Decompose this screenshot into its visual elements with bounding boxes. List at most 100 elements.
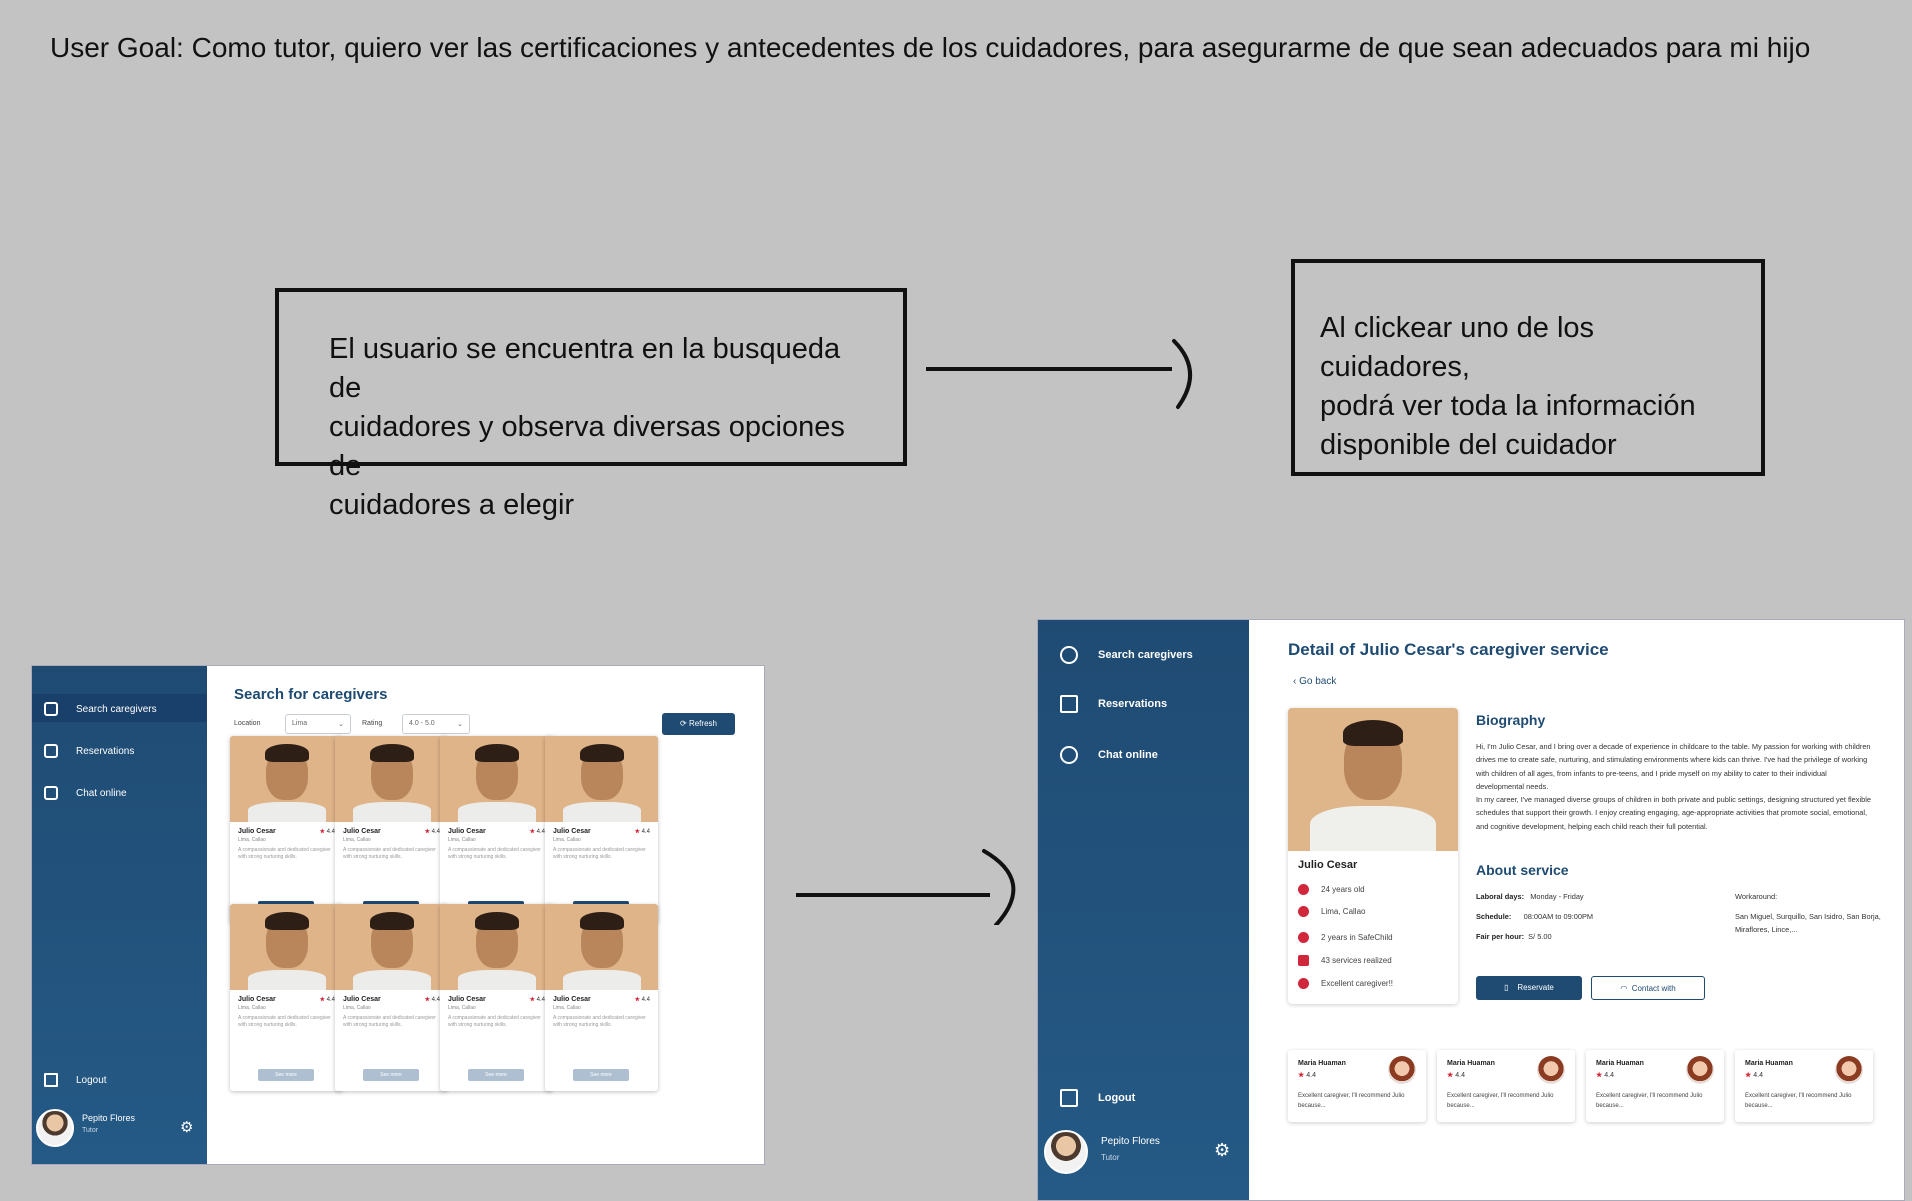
caregiver-location: Lima, Callao: [238, 1005, 266, 1011]
see-more-button[interactable]: See more: [258, 1069, 314, 1081]
sidebar-item-reservations[interactable]: Reservations: [44, 744, 134, 758]
caregiver-card[interactable]: Julio Cesar ★ 4.4 Lima, Callao A compassion…: [335, 904, 448, 1091]
caregiver-description: A compassionate and dedicated caregiver …: [238, 847, 331, 860]
see-more-button[interactable]: See more: [573, 1069, 629, 1081]
sidebar-item-chat-online[interactable]: Chat online: [44, 786, 127, 800]
star-icon: ★: [1596, 1072, 1603, 1079]
clock-icon: [1298, 932, 1309, 943]
caregiver-description: A compassionate and dedicated caregiver …: [238, 1015, 331, 1028]
star-icon: ★: [529, 997, 535, 1003]
smile-icon: [1298, 978, 1309, 989]
sidebar: Search caregivers Reservations Chat onli…: [32, 666, 207, 1164]
review-text: Excellent caregiver, I'll recommend Juli…: [1596, 1093, 1703, 1109]
caregiver-location: Lima, Callao: [343, 1005, 371, 1011]
sidebar-item-label: Reservations: [76, 745, 135, 757]
person-icon: [1298, 884, 1309, 895]
filter-label: Rating: [362, 720, 383, 727]
star-icon: ★: [319, 997, 325, 1003]
caregiver-photo: [230, 736, 343, 822]
caregiver-rating: ★ 4.4: [634, 829, 650, 835]
caregiver-name: Julio Cesar: [238, 996, 276, 1003]
schedule: Schedule: 08:00AM to 09:00PM: [1476, 912, 1594, 921]
review-card[interactable]: Maria Huaman ★ 4.4 Excellent caregiver, I'…: [1586, 1050, 1724, 1122]
caregiver-rating: ★ 4.4: [424, 997, 440, 1003]
star-icon: ★: [319, 829, 325, 835]
caregiver-description: A compassionate and dedicated caregiver …: [343, 1015, 436, 1028]
about-service-heading: About service: [1476, 862, 1569, 878]
gear-icon[interactable]: ⚙: [180, 1118, 193, 1136]
sidebar-item-label: Chat online: [1098, 749, 1158, 761]
reservate-button[interactable]: ▯ Reservate: [1476, 976, 1582, 1000]
sidebar-item-search-caregivers[interactable]: Search caregivers: [1060, 646, 1193, 664]
briefcase-icon: [1298, 955, 1309, 966]
detail-main: Detail of Julio Cesar's caregiver servic…: [1249, 620, 1904, 1200]
caregiver-card[interactable]: Julio Cesar ★ 4.4 Lima, Callao A compassion…: [440, 736, 553, 923]
review-card[interactable]: Maria Huaman ★ 4.4 Excellent caregiver, I'…: [1437, 1050, 1575, 1122]
caregiver-card[interactable]: Julio Cesar ★ 4.4 Lima, Callao A compassion…: [545, 904, 658, 1091]
caregiver-rating: ★ 4.4: [319, 997, 335, 1003]
headset-icon: ◠: [1620, 984, 1628, 993]
headset-icon: [1060, 746, 1078, 764]
go-back-link[interactable]: ‹ Go back: [1293, 676, 1336, 687]
notebook-icon: [1060, 695, 1078, 713]
sidebar: Search caregivers Reservations Chat onli…: [1038, 620, 1249, 1200]
search-icon: [1060, 646, 1078, 664]
caregiver-card[interactable]: Julio Cesar ★ 4.4 Lima, Callao A compassion…: [230, 736, 343, 923]
location-select[interactable]: Lima ⌄: [285, 714, 351, 734]
flow-arrow-top: [926, 339, 1193, 409]
caregiver-card[interactable]: Julio Cesar ★ 4.4 Lima, Callao A compassion…: [335, 736, 448, 923]
see-more-button[interactable]: See more: [363, 1069, 419, 1081]
caregiver-description: A compassionate and dedicated caregiver …: [553, 1015, 646, 1028]
caregiver-name: Julio Cesar: [1298, 859, 1358, 871]
reviewer-avatar: [1537, 1056, 1565, 1084]
detail-services: 43 services realized: [1298, 955, 1392, 966]
caregiver-rating: ★ 4.4: [529, 829, 545, 835]
reviewer-name: Maria Huaman: [1596, 1060, 1644, 1067]
sidebar-item-chat-online[interactable]: Chat online: [1060, 746, 1158, 764]
reviewer-name: Maria Huaman: [1745, 1060, 1793, 1067]
reviewer-avatar: [1686, 1056, 1714, 1084]
caregiver-name: Julio Cesar: [448, 828, 486, 835]
logout-button[interactable]: Logout: [44, 1073, 107, 1087]
sidebar-item-label: Chat online: [76, 787, 127, 799]
detail-review: Excellent caregiver!!: [1298, 978, 1393, 989]
caregiver-photo: [335, 736, 448, 822]
logout-button[interactable]: Logout: [1060, 1089, 1135, 1107]
caregiver-name: Julio Cesar: [343, 828, 381, 835]
search-main: Search for caregivers Location Lima ⌄ Ra…: [207, 666, 764, 1164]
detail-experience: 2 years in SafeChild: [1298, 932, 1393, 943]
star-icon: ★: [424, 997, 430, 1003]
caregiver-card[interactable]: Julio Cesar ★ 4.4 Lima, Callao A compassion…: [440, 904, 553, 1091]
caregiver-card[interactable]: Julio Cesar ★ 4.4 Lima, Callao A compassion…: [230, 904, 343, 1091]
see-more-button[interactable]: See more: [468, 1069, 524, 1081]
caregiver-rating: ★ 4.4: [529, 997, 545, 1003]
caregiver-photo: [335, 904, 448, 990]
sidebar-item-label: Reservations: [1098, 698, 1168, 710]
avatar: [1044, 1130, 1088, 1174]
caregiver-rating: ★ 4.4: [634, 997, 650, 1003]
logout-icon: [44, 1073, 58, 1087]
review-card[interactable]: Maria Huaman ★ 4.4 Excellent caregiver, I'…: [1735, 1050, 1873, 1122]
caregiver-location: Lima, Callao: [448, 837, 476, 843]
review-rating: ★ 4.4: [1745, 1072, 1763, 1079]
filter-label: Location: [234, 720, 261, 727]
caregiver-card[interactable]: Julio Cesar ★ 4.4 Lima, Callao A compassion…: [545, 736, 658, 923]
sidebar-item-reservations[interactable]: Reservations: [1060, 695, 1167, 713]
rating-select[interactable]: 4.0 - 5.0 ⌄: [402, 714, 470, 734]
user-role: Tutor: [82, 1127, 99, 1134]
refresh-button[interactable]: ⟳ Refresh: [662, 713, 735, 735]
gear-icon[interactable]: ⚙: [1214, 1140, 1230, 1161]
caregiver-photo: [545, 904, 658, 990]
review-card[interactable]: Maria Huaman ★ 4.4 Excellent caregiver, I'…: [1288, 1050, 1426, 1122]
caregiver-photo: [545, 736, 658, 822]
note-line: Al clickear uno de los cuidadores,: [1320, 312, 1595, 383]
avatar: [36, 1109, 74, 1147]
caregiver-location: Lima, Callao: [553, 837, 581, 843]
caregiver-name: Julio Cesar: [553, 996, 591, 1003]
review-rating: ★ 4.4: [1447, 1072, 1465, 1079]
contact-button[interactable]: ◠ Contact with: [1591, 976, 1705, 1000]
sidebar-item-search-caregivers[interactable]: Search caregivers: [44, 702, 157, 716]
caregiver-name: Julio Cesar: [448, 996, 486, 1003]
caregiver-photo: [440, 904, 553, 990]
note-line: podrá ver toda la información: [1320, 390, 1696, 422]
